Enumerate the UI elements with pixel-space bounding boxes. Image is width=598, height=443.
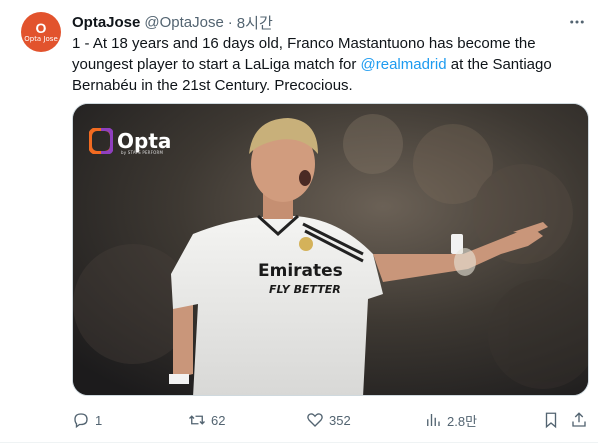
tweet-actions: 1 62 352 2.8만 bbox=[72, 408, 590, 432]
retweet-button[interactable]: 62 bbox=[188, 408, 225, 432]
reply-button[interactable]: 1 bbox=[72, 408, 102, 432]
views-icon bbox=[427, 414, 440, 426]
avatar[interactable]: O Opta Jose bbox=[21, 12, 61, 52]
views-button[interactable]: 2.8만 bbox=[424, 408, 477, 432]
opta-logo-icon bbox=[89, 128, 113, 154]
tweet-media-image[interactable]: Emirates FLY BETTER Opta by STATS PERFOR… bbox=[72, 103, 589, 396]
retweet-icon bbox=[189, 415, 205, 425]
reply-count: 1 bbox=[95, 412, 103, 428]
more-icon[interactable] bbox=[566, 12, 588, 32]
tweet-header: OptaJose @OptaJose · 8시간 bbox=[72, 12, 588, 32]
mention-link[interactable]: @realmadrid bbox=[361, 56, 447, 73]
tweet[interactable]: O Opta Jose OptaJose @OptaJose · 8시간 1 -… bbox=[0, 0, 598, 443]
shirt-sponsor-text: Emirates bbox=[258, 261, 343, 281]
like-button[interactable]: 352 bbox=[306, 408, 351, 432]
opta-logo: Opta by STATS PERFORM bbox=[89, 128, 172, 155]
share-icon bbox=[572, 412, 586, 427]
author-name[interactable]: OptaJose bbox=[72, 14, 140, 31]
like-icon bbox=[307, 413, 323, 427]
retweet-count: 62 bbox=[211, 412, 226, 428]
share-button[interactable] bbox=[570, 408, 588, 432]
opta-logo-subtext: by STATS PERFORM bbox=[121, 150, 164, 155]
separator: · bbox=[227, 13, 233, 31]
opta-avatar-mark: O bbox=[35, 20, 47, 36]
timestamp[interactable]: 8시간 bbox=[237, 12, 273, 33]
shirt-slogan-text: FLY BETTER bbox=[269, 283, 341, 296]
avatar-text: Opta Jose bbox=[24, 35, 58, 43]
like-count: 352 bbox=[329, 412, 351, 428]
tweet-text: 1 - At 18 years and 16 days old, Franco … bbox=[72, 33, 582, 96]
opta-logo-text: Opta bbox=[117, 129, 172, 153]
reply-icon bbox=[74, 413, 88, 429]
bookmark-icon bbox=[545, 412, 557, 429]
views-count: 2.8만 bbox=[447, 413, 478, 429]
author-handle[interactable]: @OptaJose bbox=[144, 14, 223, 31]
bookmark-button[interactable] bbox=[542, 408, 560, 432]
